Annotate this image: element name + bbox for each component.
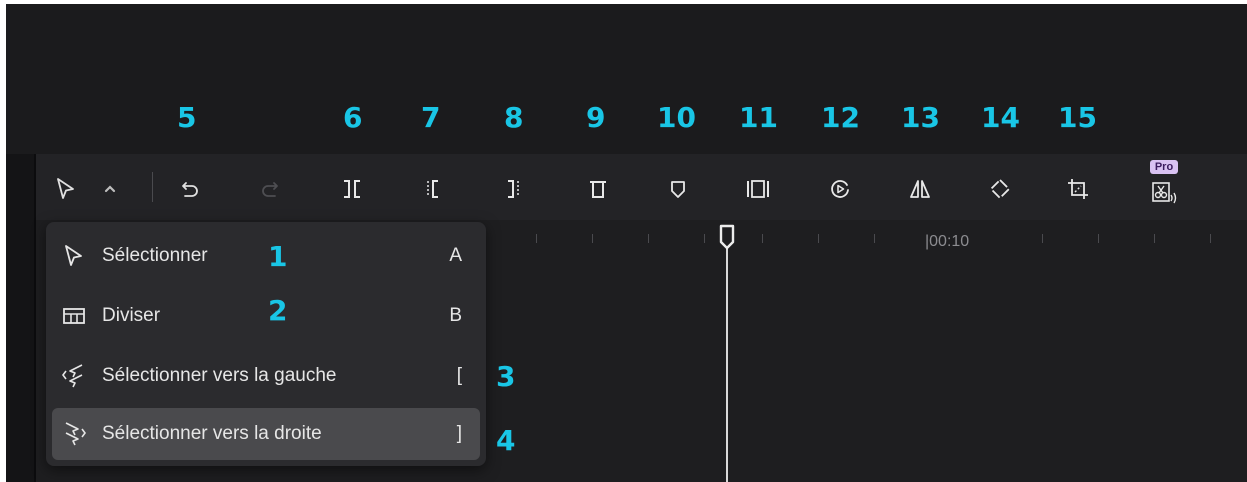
left-edge-panel [6,154,34,482]
ruler-tick [1098,234,1099,243]
shortcut-key: [ [456,365,462,386]
callout-15: 15 [1058,101,1097,134]
pro-badge: Pro [1150,160,1178,174]
callout-11: 11 [739,101,778,134]
ruler-tick [762,234,763,243]
ruler-tick [704,234,705,243]
speed-icon[interactable] [820,172,860,206]
select-right-icon [60,420,88,448]
crop-icon[interactable] [1058,172,1098,206]
menu-item-label: Sélectionner vers la gauche [102,365,337,386]
callout-9: 9 [586,101,606,134]
menu-item-label: Sélectionner [102,245,208,266]
ruler-tick [1042,234,1043,243]
split-icon[interactable] [332,172,372,206]
callout-10: 10 [657,101,696,134]
toolbar-divider [152,172,153,202]
menu-item-label: Diviser [102,305,161,326]
callout-14: 14 [981,101,1020,134]
menu-item-select-right[interactable]: Sélectionner vers la droite ] [52,408,480,460]
callout-12: 12 [821,101,860,134]
redo-icon[interactable] [250,172,290,206]
cursor-icon[interactable] [46,172,86,206]
undo-icon[interactable] [170,172,210,206]
callout-2: 2 [268,294,288,327]
rotate-icon[interactable] [980,172,1020,206]
ruler-tick [592,234,593,243]
split-left-icon[interactable] [412,172,452,206]
selection-tool-menu: Sélectionner A Diviser B Sélectionner ve… [46,222,486,466]
callout-7: 7 [421,101,441,134]
split-box-icon [60,302,88,330]
freeze-frame-icon[interactable] [738,172,778,206]
ruler-tick [1210,234,1211,243]
shortcut-key: ] [456,423,462,444]
cursor-icon [60,242,88,270]
menu-item-label: Sélectionner vers la droite [102,423,322,444]
callout-13: 13 [901,101,940,134]
callout-8: 8 [504,101,524,134]
menu-item-select[interactable]: Sélectionner A [52,230,480,282]
split-right-icon[interactable] [494,172,534,206]
editor-window: 5 6 7 8 9 10 11 12 13 14 15 Pro |00:10 S… [6,4,1247,482]
chevron-up-icon[interactable] [98,172,122,206]
ruler-time-label: |00:10 [925,233,970,250]
voice-scissors-icon[interactable] [1144,176,1184,210]
mirror-icon[interactable] [900,172,940,206]
ruler-tick [536,234,537,243]
shortcut-key: A [449,245,462,266]
callout-3: 3 [496,360,516,393]
callout-1: 1 [268,240,288,273]
callout-4: 4 [496,424,516,457]
ruler-tick [1154,234,1155,243]
delete-icon[interactable] [578,172,618,206]
callout-5: 5 [177,101,197,134]
shortcut-key: B [449,305,462,326]
marker-icon[interactable] [658,172,698,206]
menu-item-split[interactable]: Diviser B [52,290,480,342]
ruler-tick [648,234,649,243]
ruler-tick [818,234,819,243]
menu-item-select-left[interactable]: Sélectionner vers la gauche [ [52,350,480,402]
playhead-line[interactable] [726,248,728,482]
ruler-tick [874,234,875,243]
callout-6: 6 [343,101,363,134]
select-left-icon [60,362,88,390]
playhead-handle[interactable] [719,224,735,250]
